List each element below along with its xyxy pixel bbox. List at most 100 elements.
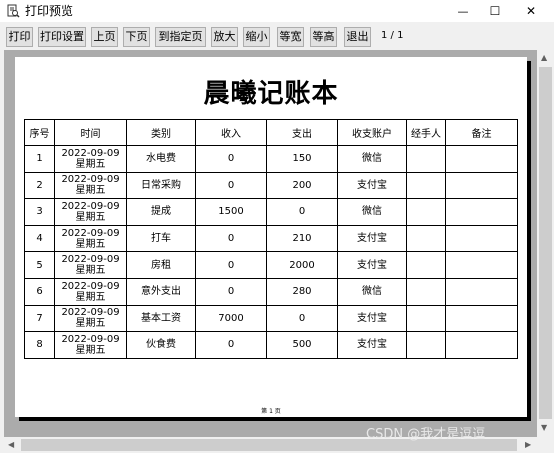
column-header: 类别 <box>126 119 196 146</box>
table-row: 6 2022-09-09 星期五 意外支出 0 280 微信 <box>24 277 518 306</box>
scroll-up-icon[interactable]: ▲ <box>541 53 547 62</box>
table-cell-handler <box>406 277 446 306</box>
cell-weekday: 星期五 <box>75 344 106 356</box>
table-cell-date: 2022-09-09 星期五 <box>54 251 127 279</box>
fit-height-button[interactable]: 等高 <box>310 27 337 47</box>
cell-date: 2022-09-09 <box>61 307 120 319</box>
page-sheet: 晨曦记账本 序号 时间 类别 收入 支出 收支账户 经手人 备注 1 2022-0… <box>15 57 527 417</box>
window-title: 打印预览 <box>25 4 74 18</box>
table-cell-category: 意外支出 <box>126 277 196 306</box>
zoom-in-button[interactable]: 放大 <box>211 27 238 47</box>
table-cell-category: 房租 <box>126 251 196 279</box>
table-cell-account: 支付宝 <box>337 251 407 279</box>
table-cell-category: 日常采购 <box>126 171 196 200</box>
table-cell-expense: 0 <box>266 198 338 226</box>
scroll-down-icon[interactable]: ▼ <box>541 423 547 432</box>
table-cell-date: 2022-09-09 星期五 <box>54 145 127 173</box>
go-to-page-button[interactable]: 到指定页 <box>155 27 206 47</box>
column-header: 支出 <box>266 119 338 146</box>
cell-weekday: 星期五 <box>75 265 106 277</box>
table-cell-no: 5 <box>24 251 55 279</box>
column-header: 收入 <box>195 119 267 146</box>
table-cell-no: 2 <box>24 171 55 200</box>
table-cell-note <box>445 224 518 253</box>
scroll-left-icon[interactable]: ◀ <box>8 440 14 449</box>
table-cell-expense: 2000 <box>266 251 338 279</box>
table-cell-note <box>445 145 518 173</box>
table-cell-no: 6 <box>24 277 55 306</box>
title-bar: 打印预览 — ☐ ✕ <box>0 0 554 22</box>
table-cell-handler <box>406 224 446 253</box>
toolbar: 打印 打印设置 上页 下页 到指定页 放大 缩小 等宽 等高 退出 1 / 1 <box>0 22 554 50</box>
table-cell-income: 0 <box>195 145 267 173</box>
table-cell-income: 7000 <box>195 304 267 333</box>
table-cell-handler <box>406 331 446 359</box>
cell-weekday: 星期五 <box>75 158 106 170</box>
table-cell-income: 0 <box>195 171 267 200</box>
column-header: 经手人 <box>406 119 446 146</box>
table-cell-account: 微信 <box>337 277 407 306</box>
watermark: CSDN @我才是逗逗 <box>366 427 486 442</box>
cell-weekday: 星期五 <box>75 291 106 303</box>
column-header: 收支账户 <box>337 119 407 146</box>
cell-date: 2022-09-09 <box>61 174 120 186</box>
table-cell-income: 1500 <box>195 198 267 226</box>
vertical-scroll-thumb[interactable] <box>539 67 552 419</box>
scroll-right-icon[interactable]: ▶ <box>525 440 531 449</box>
column-header: 备注 <box>445 119 518 146</box>
print-settings-button[interactable]: 打印设置 <box>38 27 86 47</box>
table-cell-date: 2022-09-09 星期五 <box>54 304 127 333</box>
print-button[interactable]: 打印 <box>6 27 33 47</box>
table-cell-category: 伙食费 <box>126 331 196 359</box>
table-cell-no: 8 <box>24 331 55 359</box>
exit-button[interactable]: 退出 <box>344 27 371 47</box>
cell-date: 2022-09-09 <box>61 333 120 345</box>
table-cell-account: 支付宝 <box>337 331 407 359</box>
table-cell-note <box>445 198 518 226</box>
page-footer: 第 1 页 <box>261 408 281 415</box>
table-cell-no: 4 <box>24 224 55 253</box>
table-cell-income: 0 <box>195 331 267 359</box>
table-row: 7 2022-09-09 星期五 基本工资 7000 0 支付宝 <box>24 304 518 333</box>
cell-weekday: 星期五 <box>75 318 106 330</box>
table-cell-expense: 0 <box>266 304 338 333</box>
minimize-icon: — <box>457 4 469 18</box>
table-cell-account: 支付宝 <box>337 304 407 333</box>
table-cell-expense: 200 <box>266 171 338 200</box>
table-cell-no: 1 <box>24 145 55 173</box>
table-cell-income: 0 <box>195 251 267 279</box>
table-cell-date: 2022-09-09 星期五 <box>54 198 127 226</box>
page-indicator: 1 / 1 <box>381 30 404 41</box>
table-cell-account: 支付宝 <box>337 224 407 253</box>
table-cell-date: 2022-09-09 星期五 <box>54 224 127 253</box>
table-cell-note <box>445 277 518 306</box>
table-cell-category: 打车 <box>126 224 196 253</box>
table-row: 4 2022-09-09 星期五 打车 0 210 支付宝 <box>24 224 518 253</box>
next-page-button[interactable]: 下页 <box>123 27 150 47</box>
table-cell-expense: 210 <box>266 224 338 253</box>
table-row: 3 2022-09-09 星期五 提成 1500 0 微信 <box>24 198 518 226</box>
table-cell-date: 2022-09-09 星期五 <box>54 277 127 306</box>
table-row: 1 2022-09-09 星期五 水电费 0 150 微信 <box>24 145 518 173</box>
table-cell-income: 0 <box>195 224 267 253</box>
table-cell-handler <box>406 251 446 279</box>
table-cell-expense: 150 <box>266 145 338 173</box>
table-cell-handler <box>406 304 446 333</box>
vertical-scrollbar[interactable]: ▲ ▼ <box>537 50 554 437</box>
cell-date: 2022-09-09 <box>61 147 120 159</box>
zoom-out-button[interactable]: 缩小 <box>243 27 270 47</box>
cell-date: 2022-09-09 <box>61 280 120 292</box>
ledger-table: 序号 时间 类别 收入 支出 收支账户 经手人 备注 1 2022-09-09 星期… <box>24 119 518 359</box>
table-cell-handler <box>406 171 446 200</box>
table-row: 8 2022-09-09 星期五 伙食费 0 500 支付宝 <box>24 331 518 359</box>
table-cell-no: 7 <box>24 304 55 333</box>
cell-weekday: 星期五 <box>75 238 106 250</box>
table-cell-note <box>445 304 518 333</box>
close-button[interactable]: ✕ <box>508 0 554 22</box>
table-header-row: 序号 时间 类别 收入 支出 收支账户 经手人 备注 <box>24 119 518 146</box>
table-cell-category: 提成 <box>126 198 196 226</box>
previous-page-button[interactable]: 上页 <box>91 27 118 47</box>
preview-area[interactable]: 晨曦记账本 序号 时间 类别 收入 支出 收支账户 经手人 备注 1 2022-0… <box>4 50 537 437</box>
fit-width-button[interactable]: 等宽 <box>277 27 304 47</box>
table-cell-category: 水电费 <box>126 145 196 173</box>
